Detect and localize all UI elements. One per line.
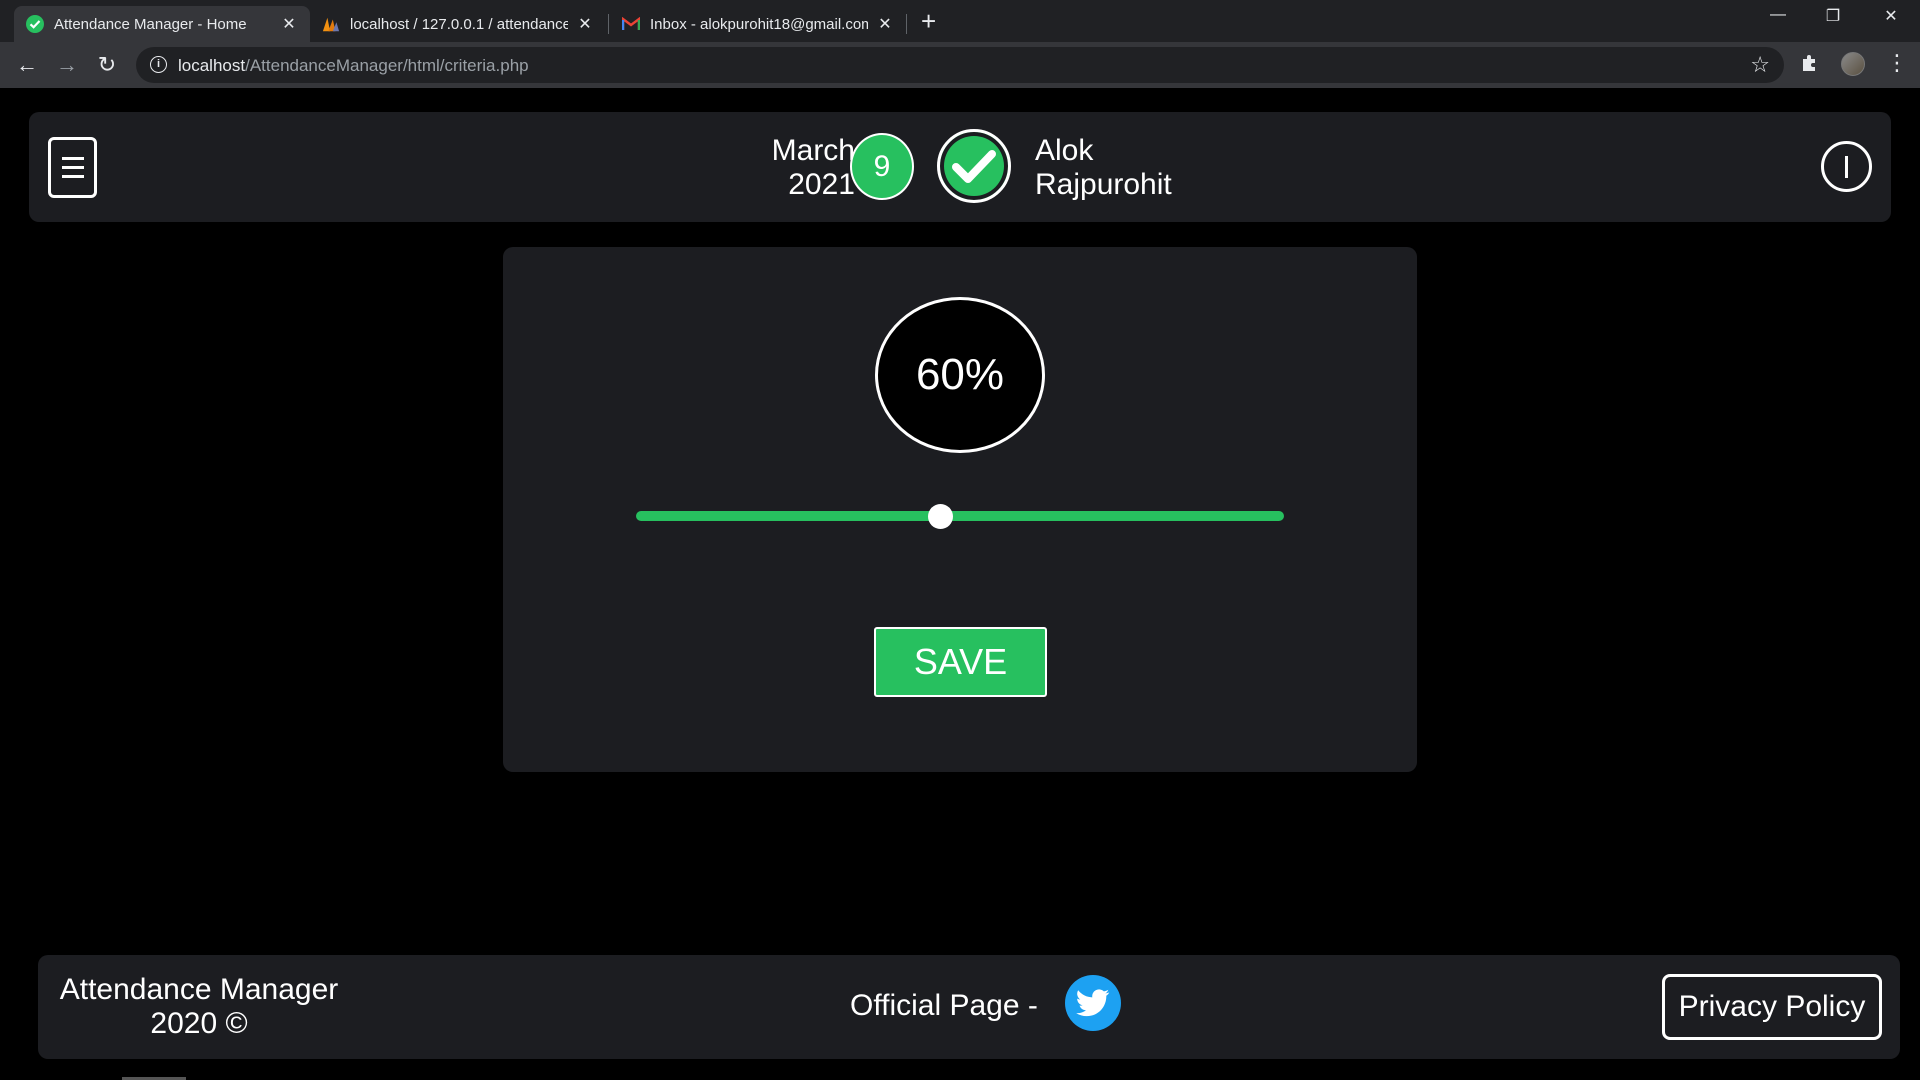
- close-tab-icon[interactable]: ✕: [280, 14, 298, 34]
- user-last-name: Rajpurohit: [1035, 168, 1172, 201]
- day-badge: 9: [850, 133, 914, 200]
- tab-attendance-manager[interactable]: Attendance Manager - Home ✕: [14, 6, 310, 42]
- bookmark-star-icon[interactable]: ☆: [1750, 52, 1770, 78]
- tab-separator: [906, 14, 907, 34]
- hamburger-menu-button[interactable]: [48, 137, 97, 198]
- criteria-slider-track[interactable]: [636, 511, 1284, 521]
- phpmyadmin-icon: [322, 15, 340, 33]
- footer-app-name: Attendance Manager: [59, 973, 339, 1006]
- menu-bar: [61, 157, 84, 160]
- back-icon[interactable]: ←: [14, 52, 40, 78]
- url-text[interactable]: localhost/AttendanceManager/html/criteri…: [178, 56, 529, 76]
- address-bar[interactable]: i localhost/AttendanceManager/html/crite…: [136, 47, 1784, 83]
- site-info-icon[interactable]: i: [150, 56, 167, 73]
- profile-avatar[interactable]: [1841, 52, 1865, 76]
- url-path: /AttendanceManager/html/criteria.php: [245, 56, 529, 75]
- gmail-icon: [622, 15, 640, 33]
- tab-separator: [608, 14, 609, 34]
- forward-icon[interactable]: →: [54, 52, 80, 78]
- tab-title: Attendance Manager - Home: [54, 15, 247, 33]
- logout-power-icon[interactable]: [1821, 141, 1872, 192]
- app-footer: Attendance Manager 2020 © Official Page …: [38, 955, 1900, 1059]
- percent-display: 60%: [875, 297, 1045, 453]
- tab-phpmyadmin[interactable]: localhost / 127.0.0.1 / attendance ✕: [310, 6, 606, 42]
- minimize-icon[interactable]: —: [1763, 6, 1793, 24]
- official-page-label: Official Page -: [850, 989, 1038, 1022]
- restore-icon[interactable]: ❐: [1818, 6, 1848, 26]
- criteria-slider-thumb[interactable]: [928, 504, 954, 529]
- month-label: March: [771, 134, 855, 167]
- privacy-policy-button[interactable]: Privacy Policy: [1662, 974, 1882, 1040]
- close-tab-icon[interactable]: ✕: [576, 14, 594, 34]
- close-tab-icon[interactable]: ✕: [876, 14, 894, 34]
- close-window-icon[interactable]: ✕: [1876, 6, 1906, 26]
- criteria-card: 60% SAVE: [503, 247, 1417, 772]
- tab-gmail[interactable]: Inbox - alokpurohit18@gmail.com ✕: [610, 6, 906, 42]
- user-first-name: Alok: [1035, 134, 1094, 167]
- app-header: March 2021 9 Alok Rajpurohit: [29, 112, 1891, 222]
- browser-tab-bar: Attendance Manager - Home ✕ localhost / …: [0, 0, 1920, 42]
- browser-toolbar: ← → ↻ i localhost/AttendanceManager/html…: [0, 42, 1920, 88]
- reload-icon[interactable]: ↻: [94, 52, 120, 78]
- new-tab-icon[interactable]: +: [921, 8, 936, 34]
- url-host: localhost: [178, 56, 246, 75]
- menu-bar: [61, 175, 84, 178]
- year-label: 2021: [788, 168, 855, 201]
- tab-title: localhost / 127.0.0.1 / attendance: [350, 15, 568, 33]
- save-button[interactable]: SAVE: [874, 627, 1047, 697]
- green-check-icon: [26, 15, 44, 33]
- attendance-check-icon[interactable]: [937, 129, 1011, 203]
- power-line: [1845, 155, 1848, 178]
- footer-copyright: 2020 ©: [150, 1007, 248, 1040]
- extensions-puzzle-icon[interactable]: [1800, 53, 1820, 79]
- menu-bar: [61, 166, 84, 169]
- browser-menu-icon[interactable]: ⋮: [1886, 50, 1908, 76]
- twitter-icon[interactable]: [1065, 975, 1121, 1031]
- tab-title: Inbox - alokpurohit18@gmail.com: [650, 15, 868, 33]
